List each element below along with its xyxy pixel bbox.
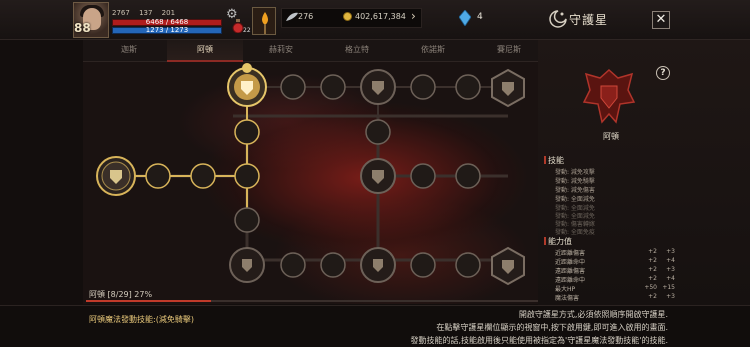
gold-amount: 402,617,384 — [355, 12, 406, 21]
stat-name: 近距離命中 — [555, 259, 586, 266]
node-star-top[interactable] — [227, 63, 267, 107]
stat-b: 137 — [139, 9, 153, 17]
stat-name: 遠距離傷害 — [555, 268, 586, 275]
character-stats: 2767 137 201 — [112, 9, 182, 18]
stat-row: 最大HP +50 +15 — [555, 284, 675, 293]
constellation-emblem-icon — [582, 68, 636, 124]
tab-2[interactable]: 赫莉安 — [243, 40, 319, 62]
node-moon-row2[interactable] — [145, 119, 260, 189]
skills-header: 技能 — [544, 156, 564, 165]
stat-name: 遠距離命中 — [555, 277, 586, 284]
footer-help-line: 發動技能的話,技能啟用後只能使用被指定為'守護星魔法發動技能'的技能. — [410, 336, 668, 345]
character-level: 88 — [74, 21, 91, 35]
constellation-progress-label: 阿頓 [8/29] 27% — [89, 290, 153, 299]
tab-5[interactable]: 賽尼斯 — [471, 40, 547, 62]
stat-value-current: +2 — [648, 275, 657, 282]
stat-row: 近距離傷害 +2 +3 — [555, 248, 675, 257]
skill-item: 發動: 全面免疫 — [555, 229, 595, 236]
stat-row: 遠距離傷害 +2 +3 — [555, 266, 675, 275]
gold-coin-icon — [343, 12, 352, 21]
stat-value-next: +4 — [666, 257, 675, 264]
chevron-right-icon[interactable]: › — [411, 9, 416, 23]
tab-3[interactable]: 格立特 — [319, 40, 395, 62]
stat-a: 2767 — [112, 9, 130, 17]
stat-value-current: +50 — [644, 284, 657, 291]
tab-4[interactable]: 依諾斯 — [395, 40, 471, 62]
tab-1[interactable]: 阿頓 — [167, 40, 243, 62]
node-start[interactable] — [96, 156, 136, 196]
skill-item: 發動: 減免傷害 — [555, 187, 595, 194]
progress-fill — [86, 300, 211, 302]
stat-value-next: +3 — [666, 266, 675, 273]
constellation-name: 阿頓 — [603, 132, 619, 141]
stat-name: 近距離傷害 — [555, 250, 586, 257]
tab-0[interactable]: 迦斯 — [91, 40, 167, 62]
stats-header: 能力值 — [544, 237, 572, 246]
stat-row: 近距離命中 +2 +4 — [555, 257, 675, 266]
potion-count: 22 — [243, 27, 251, 34]
skill-item: 發動: 全面減免 — [555, 196, 595, 203]
footer-help-line: 開啟守護星方式,必須依照順序開啟守護星. — [518, 310, 668, 319]
feather-count: 276 — [298, 12, 314, 21]
guardian-star-window: 88 2767 137 201 6468 / 6468 1273 / 1273 … — [0, 0, 750, 347]
guardian-star-icon — [549, 10, 567, 28]
stat-value-next: +3 — [666, 248, 675, 255]
stat-value-next: +3 — [666, 293, 675, 300]
tree-connections — [118, 114, 508, 262]
stat-c: 201 — [161, 9, 176, 17]
node-hex-glyphs — [502, 82, 514, 274]
hp-bar: 6468 / 6468 — [112, 18, 222, 26]
stat-name: 魔法傷害 — [555, 295, 580, 302]
stat-row: 魔法傷害 +2 +3 — [555, 293, 675, 302]
constellation-tree — [83, 62, 538, 304]
stat-value-next: +4 — [666, 275, 675, 282]
skill-item: 發動: 減免騎擊 — [555, 178, 595, 185]
constellation-tabs: 迦斯 阿頓 赫莉安 格立特 依諾斯 賽尼斯 — [83, 40, 538, 62]
skill-item: 發動: 減免攻擊 — [555, 169, 595, 176]
stat-value-current: +2 — [648, 266, 657, 273]
window-title: 守護星 — [569, 13, 609, 27]
stat-row: 遠距離命中 +2 +4 — [555, 275, 675, 284]
crystal-icon — [459, 10, 471, 26]
stat-value-current: +2 — [648, 257, 657, 264]
hp-value: 6468 / 6468 — [145, 18, 189, 26]
tree-graph — [96, 63, 525, 286]
crystal-count: 4 — [477, 12, 483, 22]
stat-name: 最大HP — [555, 286, 576, 293]
torch-item-icon[interactable] — [252, 7, 276, 35]
help-button[interactable]: ? — [656, 66, 670, 80]
stat-value-current: +2 — [648, 293, 657, 300]
torch-icon — [262, 12, 268, 34]
node-moon-locked[interactable] — [234, 119, 481, 278]
feather-icon — [286, 12, 298, 21]
stat-value-current: +2 — [648, 248, 657, 255]
stat-value-next: +15 — [662, 284, 675, 291]
footer-help-line: 在點擊守護星欄位顯示的視窗中,按下啟用鍵,即可進入啟用的畫面. — [436, 323, 668, 332]
mp-value: 1273 / 1273 — [145, 26, 189, 34]
close-button[interactable]: ✕ — [652, 11, 670, 29]
active-skill-text: 阿頓魔法發動技能:(減免騎擊) — [89, 315, 194, 324]
active-connections — [118, 86, 333, 212]
mp-bar: 1273 / 1273 — [112, 26, 222, 34]
